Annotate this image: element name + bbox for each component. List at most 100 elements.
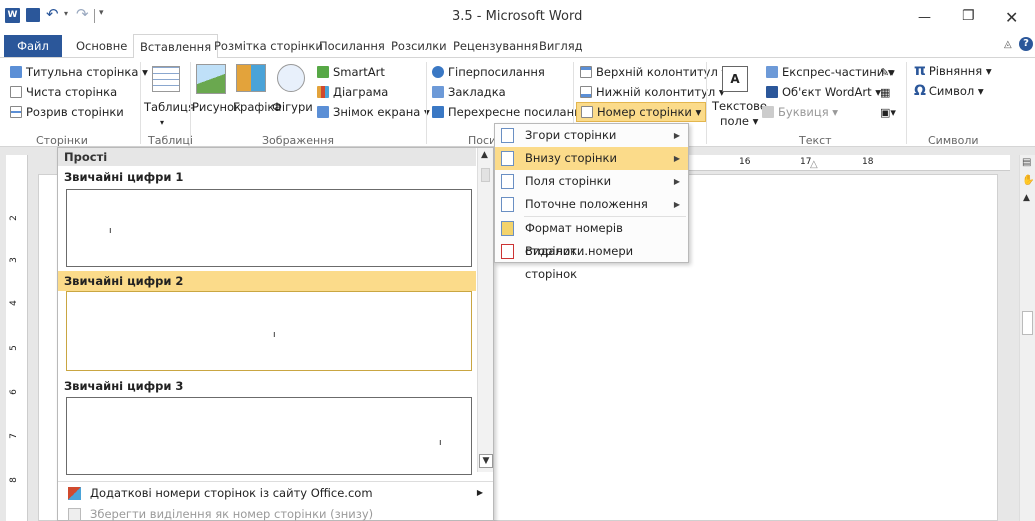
gallery-section-header: Прості bbox=[58, 148, 476, 166]
menu-item-bottom-of-page[interactable]: Внизу сторінки ▶ bbox=[495, 147, 688, 170]
chart-label: Діаграма bbox=[333, 85, 389, 99]
undo-dropdown-icon[interactable]: ▾ bbox=[64, 9, 68, 18]
save-icon[interactable] bbox=[26, 8, 40, 22]
table-dropdown-icon[interactable]: ▾ bbox=[160, 115, 164, 130]
menu-item-format-page-numbers[interactable]: Формат номерів сторінок... bbox=[495, 217, 688, 258]
chart-button[interactable]: Діаграма bbox=[317, 85, 388, 100]
scroll-up-arrow-icon[interactable]: ▲ bbox=[1023, 193, 1030, 203]
gallery-scroll-down-icon[interactable]: ▼ bbox=[479, 454, 493, 468]
textbox-icon[interactable]: A bbox=[722, 66, 748, 92]
date-time-icon[interactable]: ▦ bbox=[880, 85, 890, 100]
shapes-button[interactable]: Фігури bbox=[272, 100, 313, 115]
blank-page-icon bbox=[10, 86, 22, 98]
signature-line-icon[interactable]: ✎▾ bbox=[880, 65, 895, 80]
tab-insert[interactable]: Вставлення bbox=[133, 34, 219, 59]
gallery-item-plain-number-3[interactable]: ı bbox=[66, 397, 472, 475]
page-break-label: Розрив сторінки bbox=[26, 105, 124, 119]
tab-view[interactable]: Вигляд bbox=[533, 34, 589, 58]
pan-hand-icon[interactable]: ✋ bbox=[1022, 175, 1034, 186]
undo-icon[interactable]: ↶ bbox=[46, 5, 59, 23]
screenshot-button[interactable]: Знімок екрана ▾ bbox=[317, 105, 430, 120]
qat-separator bbox=[94, 9, 95, 23]
v-ruler-mark: 2 bbox=[8, 215, 19, 221]
more-page-numbers-item[interactable]: Додаткові номери сторінок із сайту Offic… bbox=[58, 481, 493, 503]
group-label-links: Поси bbox=[468, 134, 497, 147]
v-ruler-mark: 8 bbox=[8, 477, 19, 483]
footer-icon bbox=[580, 86, 592, 98]
dropcap-icon bbox=[762, 106, 774, 118]
gallery-item-plain-number-1[interactable]: ı bbox=[66, 189, 472, 267]
customize-qat-icon[interactable]: ▾ bbox=[99, 8, 104, 18]
cross-reference-icon bbox=[432, 106, 444, 118]
right-indent-marker[interactable]: △ bbox=[810, 159, 818, 170]
bookmark-button[interactable]: Закладка bbox=[432, 85, 506, 100]
scrollbar-thumb[interactable] bbox=[1022, 311, 1033, 335]
close-button[interactable]: ✕ bbox=[1005, 8, 1018, 27]
table-icon[interactable] bbox=[152, 66, 180, 92]
tab-home[interactable]: Основне bbox=[70, 34, 133, 58]
v-ruler-mark: 5 bbox=[8, 345, 19, 351]
minimize-ribbon-icon[interactable]: ◬ bbox=[1004, 39, 1012, 50]
footer-button[interactable]: Нижній колонтитул ▾ bbox=[580, 85, 725, 100]
gallery-item-title[interactable]: Звичайні цифри 1 bbox=[58, 167, 476, 187]
pi-icon: π bbox=[914, 61, 926, 79]
hyperlink-button[interactable]: Гіперпосилання bbox=[432, 65, 545, 80]
gallery-item-title[interactable]: Звичайні цифри 2 bbox=[58, 271, 476, 291]
quickparts-button[interactable]: Експрес-частини ▾ bbox=[766, 65, 894, 80]
menu-item-top-of-page[interactable]: Згори сторінки ▶ bbox=[495, 124, 688, 147]
window-title: 3.5 - Microsoft Word bbox=[452, 9, 583, 24]
tab-review[interactable]: Рецензування bbox=[447, 34, 544, 58]
object-icon[interactable]: ▣▾ bbox=[880, 105, 896, 120]
submenu-arrow-icon: ▶ bbox=[476, 488, 483, 497]
cross-reference-button[interactable]: Перехресне посилання bbox=[432, 105, 589, 120]
minimize-button[interactable]: — bbox=[918, 10, 931, 25]
tab-mailings[interactable]: Розсилки bbox=[385, 34, 453, 58]
page-number-button[interactable]: Номер сторінки ▾ bbox=[576, 102, 707, 122]
header-icon bbox=[580, 66, 592, 78]
table-button[interactable]: Таблиця bbox=[144, 100, 195, 115]
symbol-button[interactable]: Ω Символ ▾ bbox=[914, 84, 984, 99]
menu-item-current-position[interactable]: Поточне положення ▶ bbox=[495, 193, 688, 216]
clipart-icon[interactable] bbox=[236, 64, 266, 92]
gallery-scrollbar[interactable]: ▲ ▼ bbox=[477, 148, 493, 472]
view-ruler-icon[interactable]: ▤ bbox=[1022, 157, 1031, 168]
gallery-scroll-up-icon[interactable]: ▲ bbox=[481, 150, 488, 160]
smartart-button[interactable]: SmartArt bbox=[317, 65, 385, 80]
more-page-numbers-label: Додаткові номери сторінок із сайту Offic… bbox=[90, 486, 373, 500]
textbox-button[interactable]: Текстове bbox=[712, 99, 767, 114]
textbox-dropdown[interactable]: поле ▾ bbox=[720, 114, 758, 129]
help-icon[interactable]: ? bbox=[1019, 37, 1033, 51]
save-selection-label: Зберегти виділення як номер сторінки (зн… bbox=[90, 507, 374, 521]
tab-references[interactable]: Посилання bbox=[313, 34, 391, 58]
tab-page-layout[interactable]: Розмітка сторінки bbox=[208, 34, 329, 58]
gallery-scrollbar-thumb[interactable] bbox=[481, 168, 490, 182]
wordart-button[interactable]: Об'єкт WordArt ▾ bbox=[766, 85, 881, 100]
redo-icon[interactable]: ↷ bbox=[76, 5, 89, 23]
equation-button[interactable]: π Рівняння ▾ bbox=[914, 63, 992, 79]
hyperlink-icon bbox=[432, 66, 444, 78]
submenu-arrow-icon: ▶ bbox=[673, 131, 680, 140]
page-break-button[interactable]: Розрив сторінки bbox=[10, 105, 124, 120]
blank-page-button[interactable]: Чиста сторінка bbox=[10, 85, 117, 100]
page-number-marker: ı bbox=[109, 226, 112, 236]
shapes-icon[interactable] bbox=[277, 64, 305, 92]
save-selection-item: Зберегти виділення як номер сторінки (зн… bbox=[58, 503, 493, 521]
cover-page-button[interactable]: Титульна сторінка ▾ bbox=[10, 65, 148, 80]
ribbon-separator bbox=[906, 62, 907, 144]
gallery-item-title[interactable]: Звичайні цифри 3 bbox=[58, 376, 476, 396]
ribbon-separator bbox=[190, 62, 191, 144]
bookmark-icon bbox=[432, 86, 444, 98]
word-app-icon[interactable]: W bbox=[5, 8, 20, 23]
vertical-scrollbar[interactable]: ▤ ✋ ▲ bbox=[1019, 155, 1035, 521]
cross-reference-label: Перехресне посилання bbox=[448, 105, 589, 119]
page-margins-icon bbox=[501, 174, 514, 189]
gallery-item-plain-number-2[interactable]: ı bbox=[66, 291, 472, 371]
menu-item-remove-page-numbers[interactable]: Видалити номери сторінок bbox=[495, 240, 688, 281]
dropcap-button[interactable]: Буквиця ▾ bbox=[762, 105, 838, 120]
menu-item-page-margins[interactable]: Поля сторінки ▶ bbox=[495, 170, 688, 193]
maximize-button[interactable]: ❐ bbox=[962, 8, 975, 24]
tab-file[interactable]: Файл bbox=[4, 35, 62, 57]
screenshot-icon bbox=[317, 106, 329, 118]
picture-icon[interactable] bbox=[196, 64, 226, 94]
group-label-pages: Сторінки bbox=[36, 134, 88, 147]
